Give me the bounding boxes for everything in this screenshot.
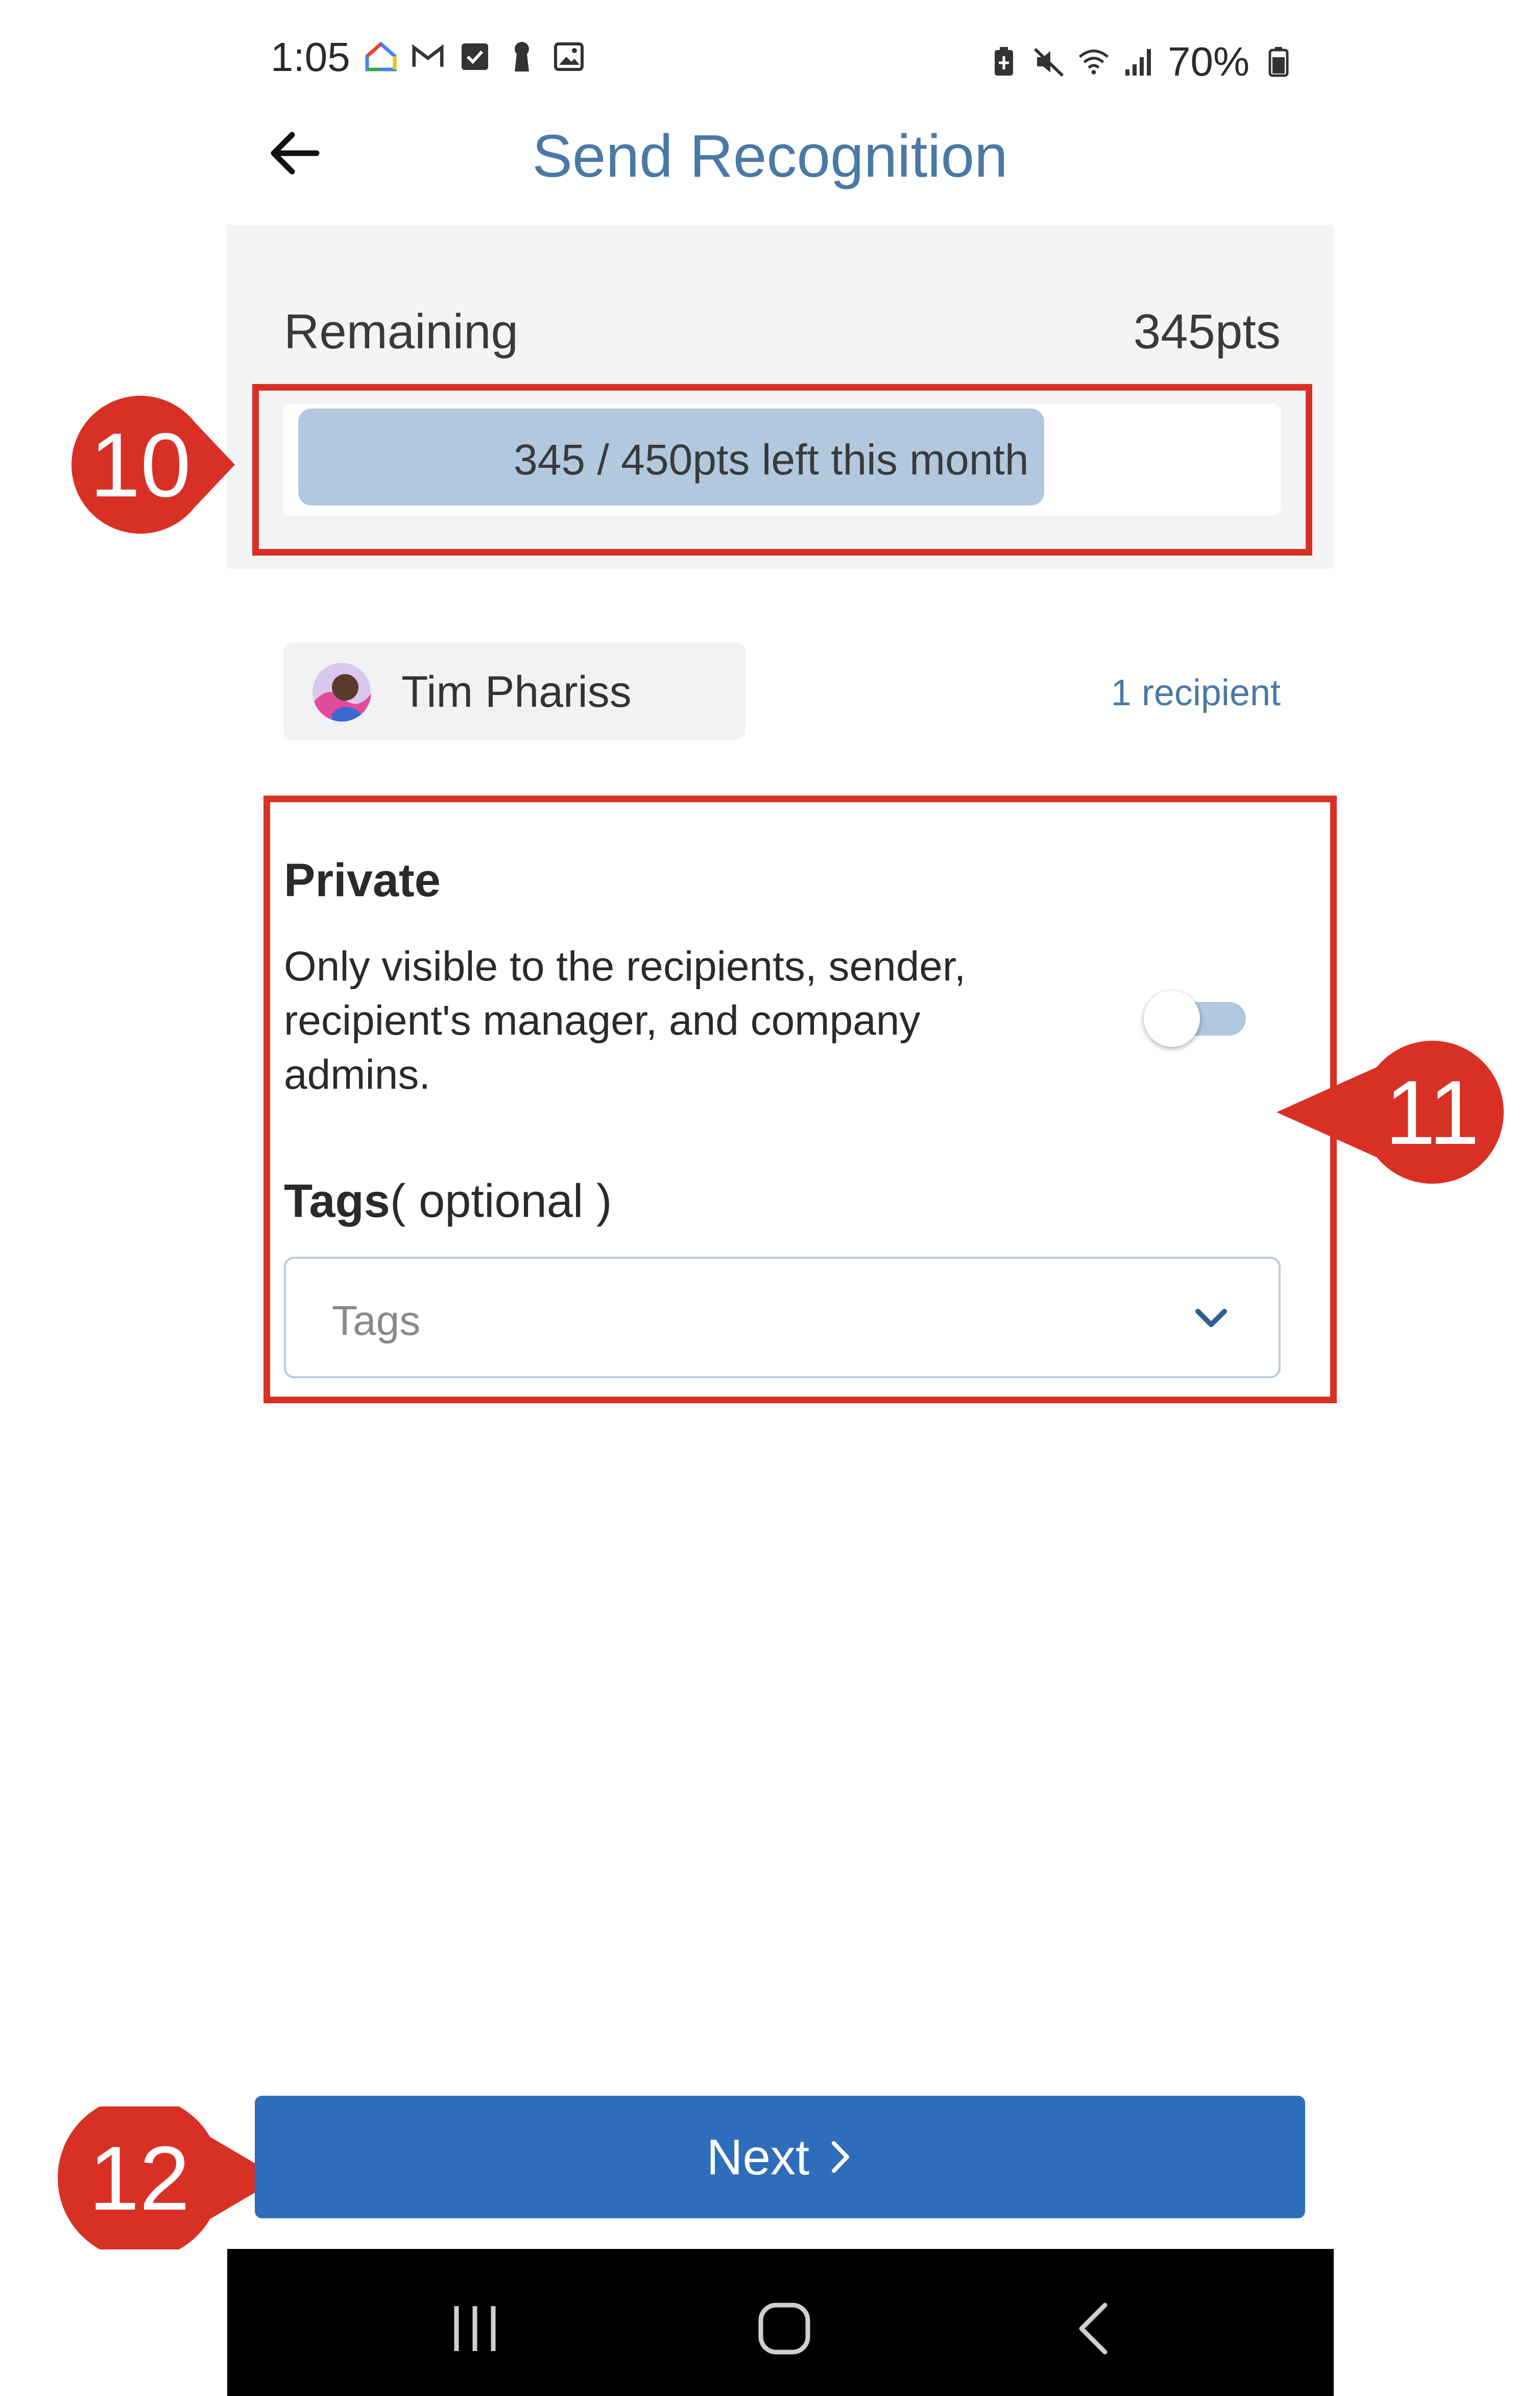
avatar (312, 663, 371, 722)
battery-saver-icon (988, 46, 1020, 78)
annotation-number-11: 11 (1385, 1061, 1480, 1163)
recents-icon[interactable] (444, 2298, 506, 2359)
recipient-name: Tim Phariss (401, 667, 632, 716)
gmail-icon (412, 41, 444, 73)
next-button[interactable]: Next (255, 2096, 1305, 2218)
status-icons-left (365, 41, 585, 73)
annotation-number-12: 12 (89, 2127, 190, 2229)
annotation-marker-10: 10 (71, 393, 235, 536)
status-time: 1:05 (271, 34, 350, 80)
battery-percentage: 70% (1168, 39, 1250, 84)
chevron-right-icon (832, 2141, 850, 2173)
back-nav-icon[interactable] (1065, 2298, 1126, 2359)
status-icons-right: 70% (988, 38, 1294, 85)
battery-icon (1263, 46, 1294, 78)
mute-icon (1033, 46, 1065, 78)
annotation-box-11 (263, 796, 1337, 1403)
annotation-box-10 (252, 384, 1312, 556)
page-title: Send Recognition (532, 123, 1008, 190)
gallery-icon (553, 41, 585, 73)
checkbox-icon (459, 41, 491, 73)
recipient-count-link[interactable]: 1 recipient (1111, 672, 1281, 714)
wifi-icon (1078, 46, 1110, 78)
remaining-label: Remaining (284, 304, 518, 359)
annotation-marker-12: 12 (55, 2106, 280, 2249)
google-home-icon (365, 41, 397, 73)
signal-icon (1123, 46, 1154, 78)
home-icon[interactable] (754, 2298, 815, 2359)
annotation-marker-11: 11 (1277, 1041, 1506, 1184)
next-button-label: Next (706, 2128, 810, 2185)
remaining-value: 345pts (1133, 304, 1281, 359)
annotation-number-10: 10 (90, 414, 191, 516)
keyhole-icon (506, 41, 538, 73)
